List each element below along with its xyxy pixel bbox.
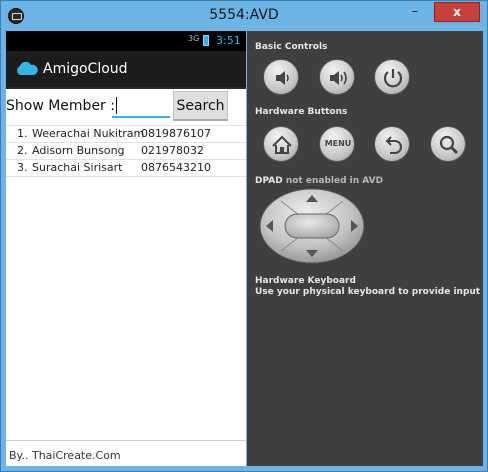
member-name: Surachai Sirisart — [32, 161, 123, 174]
home-icon — [272, 135, 292, 154]
footer-credit: By.. ThaiCreate.Com — [9, 449, 121, 462]
row-index: 1. — [17, 127, 28, 140]
dpad-center-button[interactable] — [284, 213, 340, 239]
hardware-keyboard-title: Hardware Keyboard — [255, 276, 356, 286]
basic-controls-title: Basic Controls — [255, 42, 328, 52]
clock: 3:51 — [216, 34, 241, 47]
menu-label: MENU — [324, 139, 352, 148]
member-name: Adisorn Bunsong — [32, 144, 125, 157]
search-icon — [439, 135, 459, 155]
row-index: 2. — [17, 144, 28, 157]
list-item[interactable]: 2. Adisorn Bunsong 021978032 — [6, 143, 246, 160]
dpad-control[interactable] — [259, 188, 365, 264]
search-hardware-button[interactable] — [430, 126, 466, 162]
text-cursor — [116, 97, 117, 114]
list-item[interactable]: 1. Weerachai Nukitram 0819876107 — [6, 125, 246, 143]
member-name: Weerachai Nukitram — [32, 127, 145, 140]
dpad-title: DPAD not enabled in AVD — [255, 176, 383, 186]
search-button[interactable]: Search — [173, 91, 228, 121]
member-search-input[interactable] — [112, 92, 170, 118]
battery-icon — [203, 35, 209, 46]
title-bar[interactable]: 5554:AVD – x — [1, 1, 487, 31]
hardware-buttons-title: Hardware Buttons — [255, 107, 348, 117]
volume-down-icon — [276, 71, 289, 85]
member-phone: 0876543210 — [141, 161, 211, 174]
volume-down-button[interactable] — [263, 59, 299, 95]
minimize-button[interactable]: – — [402, 2, 428, 22]
hardware-keyboard-note: Use your physical keyboard to provide in… — [255, 287, 481, 297]
app-title: AmigoCloud — [43, 61, 128, 77]
dpad-note: not enabled in AVD — [285, 176, 384, 186]
emulator-window: 5554:AVD – x 3G 3:51 AmigoCloud Show Mem… — [0, 0, 488, 472]
cloud-icon — [17, 62, 38, 75]
home-button[interactable] — [263, 126, 299, 162]
emulator-controls-panel: Basic Controls Hardware Buttons MENU DPA… — [247, 31, 483, 466]
power-icon — [383, 69, 403, 88]
menu-button[interactable]: MENU — [319, 126, 355, 162]
volume-up-icon — [330, 71, 347, 85]
member-phone: 021978032 — [141, 144, 204, 157]
power-button[interactable] — [374, 59, 410, 95]
action-bar: AmigoCloud — [6, 51, 246, 89]
back-button[interactable] — [374, 126, 410, 162]
device-screen: 3G 3:51 AmigoCloud Show Member : Search … — [6, 31, 246, 466]
row-index: 3. — [17, 161, 28, 174]
close-button[interactable]: x — [434, 2, 480, 22]
list-item[interactable]: 3. Surachai Sirisart 0876543210 — [6, 160, 246, 177]
signal-icon: 3G — [188, 34, 200, 43]
volume-up-button[interactable] — [319, 59, 355, 95]
back-arrow-icon — [385, 136, 402, 154]
status-bar: 3G 3:51 — [6, 31, 246, 51]
member-phone: 0819876107 — [141, 127, 211, 140]
show-member-label: Show Member : — [6, 98, 115, 114]
dpad-label: DPAD — [255, 176, 283, 186]
member-list: 1. Weerachai Nukitram 0819876107 2. Adis… — [6, 125, 246, 177]
footer: By.. ThaiCreate.Com — [6, 440, 246, 467]
